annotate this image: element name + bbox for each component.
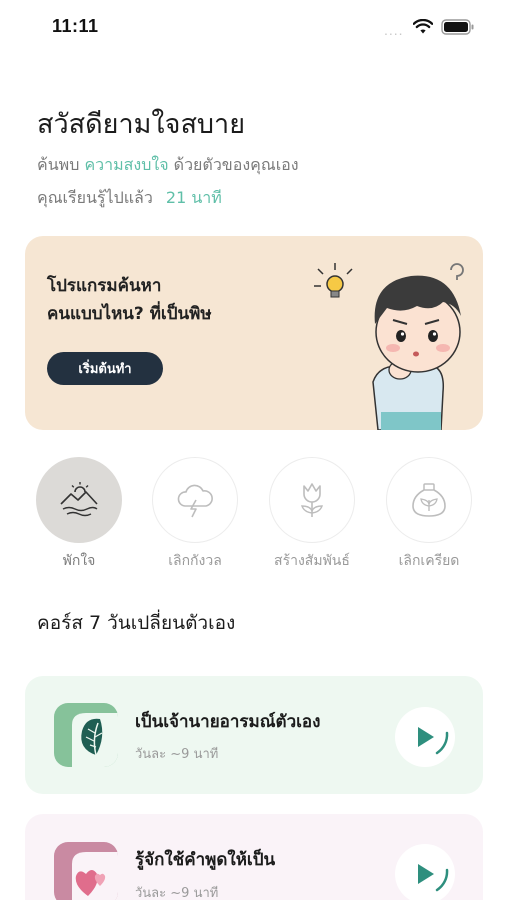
lightbulb-icon	[314, 263, 353, 298]
banner-title-line-2: คนแบบไหน? ที่เป็นพิษ	[47, 304, 212, 324]
course-duration: วันละ ~9 นาที	[135, 747, 219, 762]
banner-title: โปรแกรมค้นหา คนแบบไหน? ที่เป็นพิษ	[47, 272, 212, 328]
course-title: รู้จักใช้คำพูดให้เป็น	[135, 850, 276, 870]
category-relax[interactable]: พักใจ	[36, 457, 122, 572]
thinking-boy-illustration	[314, 263, 464, 430]
category-relax-circle[interactable]	[36, 457, 122, 543]
play-icon	[418, 727, 449, 755]
storm-cloud-icon	[177, 484, 213, 518]
subtitle: ค้นพบ ความสงบใจ ด้วยตัวของคุณเอง	[37, 153, 299, 178]
category-stop-stress-circle[interactable]	[386, 457, 472, 543]
page-title: สวัสดียามใจสบาย	[37, 109, 246, 140]
subtitle-highlight: ความสงบใจ	[84, 155, 169, 174]
section-title: คอร์ส 7 วันเปลี่ยนตัวเอง	[37, 612, 236, 634]
category-stop-stress[interactable]: เลิกเครียด	[386, 457, 472, 572]
category-stop-worry[interactable]: เลิกกังวล	[152, 457, 238, 572]
course-title: เป็นเจ้านายอารมณ์ตัวเอง	[135, 712, 321, 732]
play-icon	[418, 864, 449, 892]
course-duration: วันละ ~9 นาที	[135, 886, 219, 900]
course-thumbnail	[54, 842, 118, 900]
play-button[interactable]	[395, 844, 455, 900]
category-stop-stress-label: เลิกเครียด	[398, 553, 460, 569]
wifi-icon	[413, 19, 433, 34]
category-relax-label: พักใจ	[62, 553, 96, 569]
category-build-relationship-label: สร้างสัมพันธ์	[274, 553, 350, 569]
progress-value: 21 นาที	[165, 188, 222, 207]
tulip-icon	[301, 483, 323, 517]
category-build-relationship[interactable]: สร้างสัมพันธ์	[269, 457, 355, 572]
mountain-sun-icon	[60, 482, 98, 517]
subtitle-prefix: ค้นพบ	[37, 155, 80, 174]
status-time: 11:11	[52, 16, 99, 36]
category-build-relationship-circle[interactable]	[269, 457, 355, 543]
status-bar: 11:11 ....	[0, 0, 507, 56]
progress-label: คุณเรียนรู้ไปแล้ว	[37, 188, 153, 207]
course-thumbnail	[54, 703, 118, 767]
program-banner[interactable]: โปรแกรมค้นหา คนแบบไหน? ที่เป็นพิษ เริ่มต…	[25, 236, 483, 430]
hearts-icon	[54, 842, 118, 900]
category-stop-worry-label: เลิกกังวล	[168, 553, 222, 569]
course-card[interactable]: รู้จักใช้คำพูดให้เป็น วันละ ~9 นาที	[25, 814, 483, 900]
learning-progress: คุณเรียนรู้ไปแล้ว 21 นาที	[37, 186, 222, 211]
play-button[interactable]	[395, 707, 455, 767]
herb-jar-icon	[412, 483, 446, 517]
banner-title-line-1: โปรแกรมค้นหา	[47, 276, 162, 296]
battery-icon	[441, 19, 474, 35]
leaf-icon	[54, 703, 118, 767]
course-card[interactable]: เป็นเจ้านายอารมณ์ตัวเอง วันละ ~9 นาที	[25, 676, 483, 794]
start-button[interactable]: เริ่มต้นทำ	[47, 352, 163, 385]
category-stop-worry-circle[interactable]	[152, 457, 238, 543]
signal-dots: ....	[384, 22, 404, 38]
subtitle-suffix: ด้วยตัวของคุณเอง	[173, 155, 299, 174]
